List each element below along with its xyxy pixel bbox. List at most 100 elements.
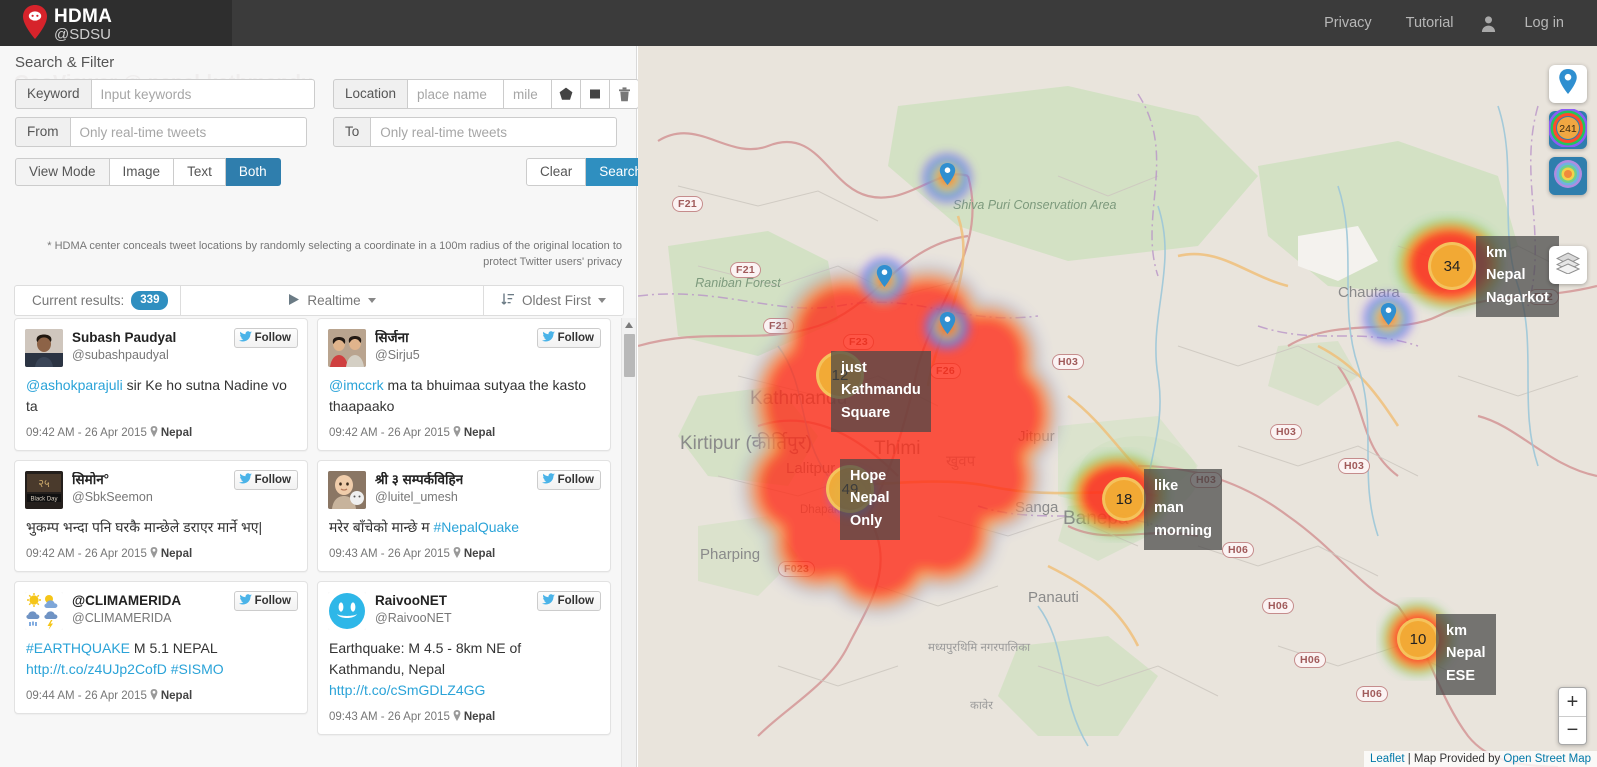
cluster-count: 34	[1443, 257, 1461, 275]
place-name-input[interactable]	[408, 79, 505, 109]
cluster-count: 18	[1115, 490, 1133, 508]
tweet-body: मरेर बाँचेको मान्छे म	[329, 519, 434, 535]
tweet-card[interactable]: Subash Paudyal @subashpaudyal Follow @as…	[14, 318, 308, 451]
tweet-location: Nepal	[160, 548, 193, 560]
follow-button[interactable]: Follow	[536, 470, 601, 490]
polygon-icon[interactable]	[552, 79, 582, 109]
view-mode-text-button[interactable]: Text	[174, 158, 226, 186]
nav-link-privacy[interactable]: Privacy	[1307, 0, 1389, 46]
tweet-timestamp: 09:42 AM - 26 Apr 2015	[26, 427, 147, 439]
tweet-list-scrollbar[interactable]	[621, 318, 636, 767]
tweet-author-handle: @CLIMAMERIDA	[72, 610, 172, 625]
tweet-card[interactable]: श्री ३ सम्पर्कविहिन @luitel_umesh Follow	[317, 460, 611, 572]
tweet-author-handle: @subashpaudyal	[72, 347, 169, 362]
sort-dropdown[interactable]: Oldest First	[483, 285, 623, 316]
tweet-results-list[interactable]: Subash Paudyal @subashpaudyal Follow @as…	[14, 318, 624, 767]
tweet-link[interactable]: http://t.co/cSmGDLZ4GG	[329, 682, 485, 698]
cluster-count: 10	[1409, 630, 1427, 648]
cluster-marker[interactable]: 12	[816, 351, 864, 399]
results-label: Current results:	[32, 293, 125, 308]
tweet-timestamp: 09:42 AM - 26 Apr 2015	[26, 548, 147, 560]
follow-label: Follow	[557, 332, 594, 344]
map-canvas[interactable]: Shiva Puri Conservation Area Raniban For…	[638, 46, 1597, 767]
brand-logo[interactable]: HDMA @SDSU	[0, 0, 232, 46]
to-date-input[interactable]	[371, 117, 618, 147]
tweet-card[interactable]: @CLIMAMERIDA @CLIMAMERIDA Follow #EARTHQ…	[14, 581, 308, 714]
follow-button[interactable]: Follow	[536, 591, 601, 611]
twitter-bird-icon	[541, 473, 555, 487]
tweet-card[interactable]: सिर्जना @Sirju5 Follow @imccrk ma ta bhu…	[317, 318, 611, 451]
location-label: Location	[333, 79, 409, 109]
to-group: To	[333, 117, 618, 147]
leaflet-link[interactable]: Leaflet	[1370, 753, 1405, 765]
tweet-meta: 09:44 AM - 26 Apr 2015 Nepal	[15, 682, 307, 713]
scroll-up-arrow-icon[interactable]	[625, 322, 633, 328]
avatar	[328, 592, 366, 630]
heatmap-mode-button[interactable]	[1549, 157, 1587, 195]
tweet-hashtag[interactable]: #EARTHQUAKE	[26, 640, 130, 656]
brand-name: HDMA	[54, 6, 113, 27]
radius-input[interactable]	[504, 79, 553, 109]
view-mode-group: View Mode Image Text Both	[15, 158, 281, 186]
tweet-link[interactable]: http://t.co/z4UJp2CofD #SISMO	[26, 661, 224, 677]
map-attribution: Leaflet | Map Provided by Open Street Ma…	[1364, 751, 1597, 767]
results-count-badge: 339	[131, 291, 169, 310]
tweet-location: Nepal	[463, 427, 496, 439]
clear-button[interactable]: Clear	[526, 158, 587, 186]
follow-button[interactable]: Follow	[233, 328, 298, 348]
cluster-count: 12	[831, 366, 849, 384]
play-icon	[288, 293, 300, 309]
follow-button[interactable]: Follow	[233, 591, 298, 611]
user-icon[interactable]	[1470, 0, 1507, 46]
search-input[interactable]	[91, 79, 315, 109]
nav-link-login[interactable]: Log in	[1507, 0, 1581, 46]
follow-label: Follow	[254, 595, 291, 607]
to-label: To	[333, 117, 372, 147]
tweet-column-left: Subash Paudyal @subashpaudyal Follow @as…	[14, 318, 308, 744]
tweet-column-right: सिर्जना @Sirju5 Follow @imccrk ma ta bhu…	[317, 318, 611, 744]
tweet-author-handle: @SbkSeemon	[72, 489, 153, 504]
tweet-location: Nepal	[463, 548, 496, 560]
map-pin-icon	[1558, 69, 1578, 99]
tweet-hashtag[interactable]: #NepalQuake	[433, 519, 519, 535]
twitter-bird-icon	[238, 473, 252, 487]
location-pin-icon	[453, 710, 461, 724]
follow-button[interactable]: Follow	[536, 328, 601, 348]
cluster-count: 49	[841, 480, 859, 498]
osm-link[interactable]: Open Street Map	[1503, 753, 1591, 765]
tweet-location: Nepal	[160, 690, 193, 702]
zoom-out-button[interactable]: −	[1559, 716, 1586, 744]
view-mode-both-button[interactable]: Both	[225, 158, 281, 186]
avatar: २५ Black Day	[25, 471, 63, 509]
tweet-body: M 5.1 NEPAL	[130, 640, 218, 656]
view-mode-image-button[interactable]: Image	[109, 158, 175, 186]
zoom-controls: + −	[1558, 687, 1587, 745]
avatar	[25, 592, 63, 630]
tweet-mention[interactable]: @ashokparajuli	[26, 377, 123, 393]
tweet-text: भुकम्प भन्दा पनि घरकै मान्छेले डराएर मार…	[15, 515, 307, 540]
rectangle-icon[interactable]	[581, 79, 611, 109]
cluster-marker[interactable]: 10	[1397, 618, 1439, 660]
tweet-timestamp: 09:44 AM - 26 Apr 2015	[26, 690, 147, 702]
layers-button[interactable]	[1549, 246, 1587, 284]
cluster-mode-button[interactable]: 241	[1548, 107, 1588, 149]
nav-links: Privacy Tutorial Log in	[1307, 0, 1581, 46]
tweet-meta: 09:42 AM - 26 Apr 2015 Nepal	[318, 419, 610, 450]
tweet-author-name: @CLIMAMERIDA	[72, 593, 182, 608]
nav-link-tutorial[interactable]: Tutorial	[1389, 0, 1471, 46]
trash-icon[interactable]	[610, 79, 640, 109]
cluster-marker[interactable]: 34	[1428, 242, 1476, 290]
realtime-dropdown[interactable]: Realtime	[180, 285, 483, 316]
tweet-card[interactable]: RaivooNET @RaivooNET Follow Earthquake: …	[317, 581, 611, 735]
tweet-card[interactable]: २५ Black Day सिमोन° @SbkSeemon Follow भु…	[14, 460, 308, 572]
from-date-input[interactable]	[70, 117, 307, 147]
scrollbar-thumb[interactable]	[624, 334, 635, 377]
cluster-marker[interactable]: 18	[1102, 477, 1146, 521]
zoom-in-button[interactable]: +	[1559, 688, 1586, 716]
sort-label: Oldest First	[521, 293, 591, 308]
tweet-mention[interactable]: @imccrk	[329, 377, 384, 393]
cluster-marker[interactable]: 49	[826, 465, 874, 513]
follow-button[interactable]: Follow	[233, 470, 298, 490]
map-pin-mode-button[interactable]	[1549, 65, 1587, 103]
keyword-label: Keyword	[15, 79, 92, 109]
